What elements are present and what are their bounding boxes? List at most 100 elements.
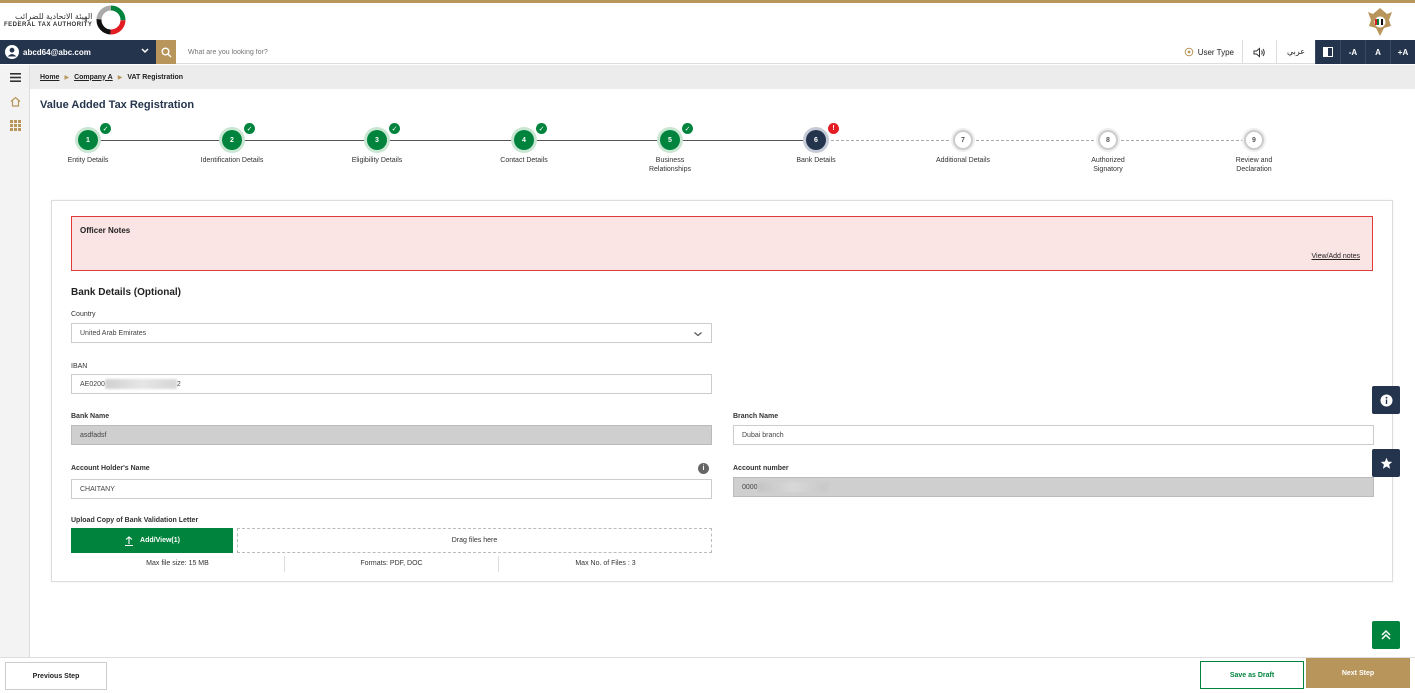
officer-notes-title: Officer Notes — [80, 226, 131, 235]
star-icon — [1380, 457, 1392, 469]
next-step-button[interactable]: Next Step — [1306, 658, 1410, 688]
country-select[interactable]: United Arab Emirates — [71, 323, 712, 343]
user-menu[interactable]: abcd64@abc.com — [0, 40, 156, 64]
scroll-to-top-button[interactable] — [1372, 621, 1400, 649]
view-add-notes-link[interactable]: View/Add notes — [1311, 253, 1360, 260]
info-icon — [1380, 394, 1392, 406]
search-icon — [161, 47, 171, 57]
logo-arabic-text: الهيئة الاتحادية للضرائب — [15, 12, 93, 21]
step-label: Identification Details — [200, 157, 264, 164]
step-review-declaration[interactable]: 9 Review and Declaration — [1199, 130, 1309, 174]
branch-name-value: Dubai branch — [742, 431, 784, 439]
step-business-relationships[interactable]: 5 ✓ Business Relationships — [615, 123, 725, 174]
step-bank-details[interactable]: 6! Bank Details — [761, 123, 871, 165]
font-decrease-button[interactable]: -A — [1340, 40, 1365, 64]
home-link[interactable] — [0, 89, 30, 113]
check-icon: ✓ — [536, 123, 547, 134]
gear-icon — [1184, 47, 1193, 57]
step-label: Authorized Signatory — [1091, 157, 1125, 173]
nav-tools: User Type عربي -A A +A — [1176, 40, 1415, 64]
account-number-redacted — [757, 482, 828, 492]
step-entity-details[interactable]: 1 ✓ Entity Details — [33, 123, 143, 165]
step-eligibility-details[interactable]: 3 ✓ Eligibility Details — [322, 123, 432, 165]
font-increase-button[interactable]: +A — [1390, 40, 1415, 64]
account-holder-label: Account Holder's Name — [71, 465, 150, 472]
top-navbar: abcd64@abc.com User Type عربي — [0, 40, 1415, 64]
check-icon: ✓ — [244, 123, 255, 134]
info-float-button[interactable] — [1372, 386, 1400, 414]
double-chevron-up-icon — [1381, 629, 1391, 640]
home-icon — [10, 96, 20, 107]
step-label: Review and Declaration — [1235, 157, 1273, 173]
check-icon: ✓ — [682, 123, 693, 134]
file-drop-zone[interactable]: Drag files here — [237, 528, 712, 553]
bank-name-value: asdfadsf — [80, 431, 107, 439]
info-icon[interactable]: i — [698, 463, 709, 474]
breadcrumb-current: VAT Registration — [127, 73, 184, 81]
user-email: abcd64@abc.com — [23, 47, 91, 57]
registration-stepper: 1 ✓ Entity Details 2 ✓ Identification Deta… — [30, 120, 1415, 180]
account-holder-input[interactable]: CHAITANY — [71, 479, 712, 499]
fta-logo[interactable]: الهيئة الاتحادية للضرائب FEDERAL TAX AUT… — [4, 5, 126, 35]
favorite-float-button[interactable] — [1372, 449, 1400, 477]
breadcrumb-home[interactable]: Home — [40, 74, 59, 81]
step-contact-details[interactable]: 4 ✓ Contact Details — [469, 123, 579, 165]
breadcrumb: Home ▶ Company A ▶ VAT Registration — [30, 65, 1415, 89]
stepper-line-pending — [816, 140, 1254, 141]
previous-step-button[interactable]: Previous Step — [5, 662, 107, 690]
grid-icon — [9, 119, 21, 131]
add-view-button[interactable]: Add/View(1) — [71, 528, 233, 553]
iban-suffix: 2 — [176, 380, 181, 388]
fta-logo-icon — [96, 5, 126, 35]
contrast-icon — [1323, 47, 1333, 57]
contrast-toggle[interactable] — [1315, 40, 1340, 64]
logo-english-text: FEDERAL TAX AUTHORITY — [4, 22, 93, 28]
account-number-prefix: 0000 — [742, 483, 758, 491]
side-rail — [0, 65, 30, 657]
max-file-size: Max file size: 15 MB — [146, 560, 209, 567]
uae-emblem-icon — [1368, 8, 1392, 36]
user-type-label: User Type — [1197, 47, 1234, 57]
iban-label: IBAN — [71, 363, 88, 370]
max-files: Max No. of Files : 3 — [498, 556, 712, 572]
bank-name-field: asdfadsf — [71, 425, 712, 445]
breadcrumb-arrow-icon: ▶ — [64, 74, 70, 81]
bank-name-label: Bank Name — [71, 413, 110, 420]
site-header: الهيئة الاتحادية للضرائب FEDERAL TAX AUT… — [0, 3, 1415, 39]
font-default-button[interactable]: A — [1365, 40, 1390, 64]
iban-input[interactable]: AE0200 2 — [71, 374, 712, 394]
add-view-label: Add/View(1) — [140, 537, 180, 544]
country-label: Country — [71, 311, 96, 318]
step-label: Contact Details — [500, 157, 548, 164]
allowed-formats: Formats: PDF, DOC — [284, 556, 498, 572]
breadcrumb-arrow-icon: ▶ — [117, 74, 123, 81]
step-additional-details[interactable]: 7 Additional Details — [908, 130, 1018, 165]
page-title: Value Added Tax Registration — [40, 99, 195, 111]
upload-constraints: Max file size: 15 MB Formats: PDF, DOC M… — [71, 556, 712, 572]
language-toggle[interactable]: عربي — [1277, 40, 1315, 64]
user-type-button[interactable]: User Type — [1176, 40, 1243, 64]
check-icon: ✓ — [389, 123, 400, 134]
search-button[interactable] — [156, 40, 176, 64]
iban-redacted — [104, 379, 177, 389]
menu-toggle[interactable] — [0, 65, 30, 89]
speaker-button[interactable] — [1243, 40, 1277, 64]
step-label: Entity Details — [67, 157, 109, 164]
upload-label: Upload Copy of Bank Validation Letter — [71, 517, 199, 524]
step-identification-details[interactable]: 2 ✓ Identification Details — [177, 123, 287, 165]
branch-name-label: Branch Name — [733, 413, 779, 420]
search-input[interactable] — [180, 40, 1150, 64]
chevron-down-icon — [141, 48, 149, 54]
branch-name-input[interactable]: Dubai branch — [733, 425, 1374, 445]
check-icon: ✓ — [100, 123, 111, 134]
step-label: Eligibility Details — [351, 157, 403, 164]
user-avatar-icon — [5, 45, 19, 59]
speaker-icon — [1253, 46, 1265, 58]
apps-link[interactable] — [0, 113, 30, 137]
breadcrumb-company[interactable]: Company A — [74, 74, 113, 81]
account-holder-value: CHAITANY — [80, 485, 115, 493]
step-authorized-signatory[interactable]: 8 Authorized Signatory — [1053, 130, 1163, 174]
hamburger-icon — [9, 72, 21, 82]
save-draft-button[interactable]: Save as Draft — [1200, 661, 1304, 689]
error-icon: ! — [828, 123, 839, 134]
